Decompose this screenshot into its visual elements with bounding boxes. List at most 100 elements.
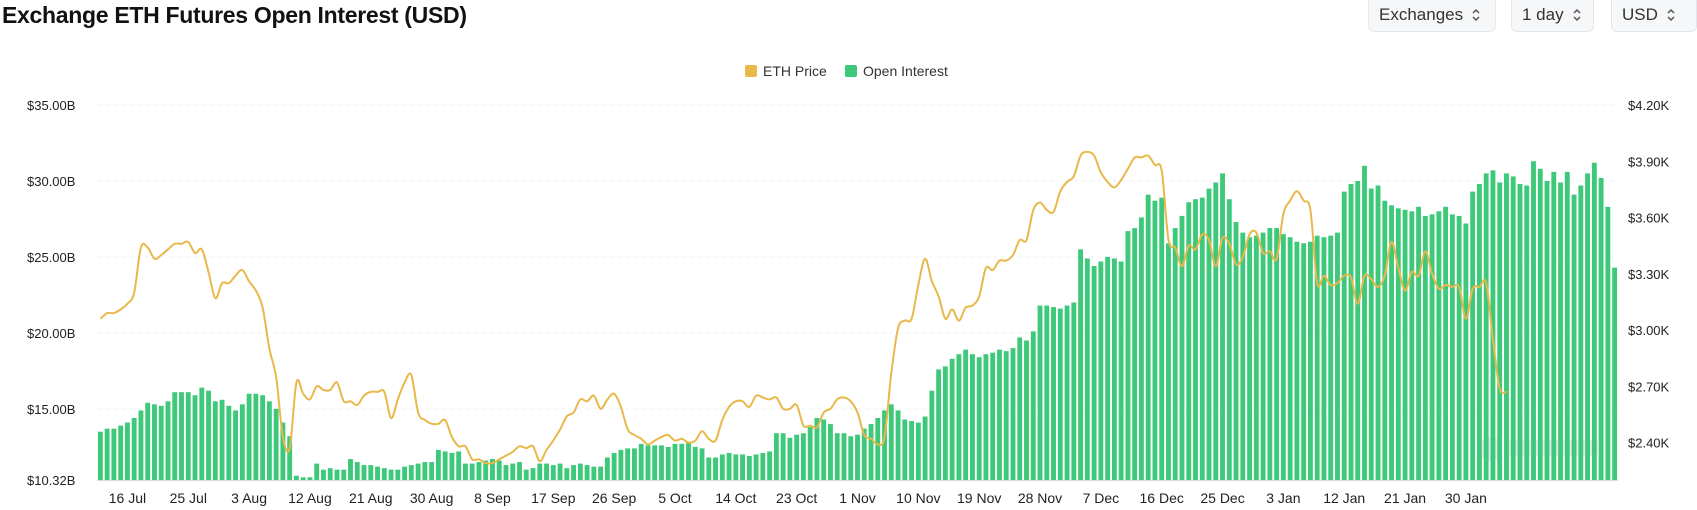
open-interest-bar xyxy=(104,428,110,480)
open-interest-bar xyxy=(760,452,766,480)
open-interest-bar xyxy=(963,349,969,480)
open-interest-bar xyxy=(787,437,793,480)
open-interest-bar xyxy=(388,469,394,480)
open-interest-bar xyxy=(537,463,543,480)
open-interest-bar xyxy=(1166,243,1171,480)
open-interest-bar xyxy=(1240,232,1246,480)
open-interest-bar xyxy=(848,436,854,480)
open-interest-bar xyxy=(625,448,631,480)
x-tick-label: 1 Nov xyxy=(839,490,876,506)
open-interest-bar xyxy=(1071,302,1077,480)
open-interest-bar xyxy=(1132,228,1138,480)
x-tick-label: 30 Aug xyxy=(410,490,454,506)
open-interest-bar xyxy=(875,418,881,480)
x-tick-label: 19 Nov xyxy=(957,490,1001,506)
open-interest-bar xyxy=(395,469,401,480)
open-interest-bar xyxy=(1125,231,1131,480)
open-interest-bar xyxy=(1355,180,1361,480)
open-interest-bar xyxy=(307,477,313,480)
open-interest-bar xyxy=(1010,348,1016,480)
open-interest-bar xyxy=(618,449,624,480)
open-interest-bar xyxy=(834,433,840,480)
open-interest-bar xyxy=(1362,165,1367,480)
open-interest-bar xyxy=(1497,182,1503,481)
open-interest-bar xyxy=(212,401,218,480)
y-right-tick-label: $3.00K xyxy=(1628,323,1670,338)
y-right-tick-label: $4.20K xyxy=(1628,98,1670,113)
open-interest-bar xyxy=(1044,305,1050,480)
chart-legend[interactable]: ETH Price Open Interest xyxy=(745,63,948,79)
open-interest-bar xyxy=(1612,267,1618,480)
open-interest-bar xyxy=(496,460,502,480)
open-interest-bar xyxy=(1551,171,1557,480)
open-interest-bar xyxy=(158,405,164,480)
y-right-tick-label: $3.30K xyxy=(1628,267,1670,282)
open-interest-bar xyxy=(1152,200,1158,480)
open-interest-bar xyxy=(807,427,813,480)
open-interest-bar xyxy=(341,469,347,480)
open-interest-bar xyxy=(929,390,935,480)
open-interest-bar xyxy=(266,401,272,480)
open-interest-bar xyxy=(1605,206,1611,480)
open-interest-bar xyxy=(530,468,536,480)
open-interest-bar xyxy=(1280,234,1286,480)
open-interest-bar xyxy=(1504,173,1509,481)
open-interest-bar xyxy=(909,421,915,480)
open-interest-bar xyxy=(1172,228,1178,480)
open-interest-bar xyxy=(145,402,151,480)
open-interest-bar xyxy=(300,477,306,480)
open-interest-bar xyxy=(1558,182,1563,481)
open-interest-bar xyxy=(726,452,732,480)
open-interest-bar xyxy=(1463,223,1469,480)
open-interest-bar xyxy=(1267,228,1273,480)
open-interest-bar xyxy=(1118,261,1124,480)
open-interest-bar xyxy=(949,358,955,480)
open-interest-bar xyxy=(895,410,901,480)
open-interest-bar xyxy=(408,465,414,480)
x-tick-label: 25 Jul xyxy=(170,490,207,506)
open-interest-bar xyxy=(740,454,746,480)
x-tick-label: 30 Jan xyxy=(1445,490,1487,506)
legend-label-open-interest[interactable]: Open Interest xyxy=(863,63,948,79)
open-interest-bar xyxy=(503,465,509,480)
open-interest-bar xyxy=(800,433,806,480)
open-interest-bar xyxy=(1287,237,1293,480)
x-tick-label: 8 Sep xyxy=(474,490,511,506)
y-axis-left: $35.00B $30.00B $25.00B $20.00B $15.00B $10.3… xyxy=(27,98,75,488)
x-tick-label: 26 Sep xyxy=(592,490,637,506)
y-right-tick-label: $2.70K xyxy=(1628,379,1670,394)
open-interest-bar xyxy=(1524,185,1530,480)
open-interest-bar xyxy=(260,395,266,480)
open-interest-bar xyxy=(199,387,205,480)
open-interest-bar xyxy=(564,468,570,480)
open-interest-bar xyxy=(321,469,326,480)
open-interest-bar xyxy=(706,457,712,480)
open-interest-bar xyxy=(219,399,225,480)
x-tick-label: 16 Jul xyxy=(109,490,146,506)
open-interest-bar xyxy=(1213,182,1219,481)
open-interest-bar xyxy=(780,433,786,480)
open-interest-bar xyxy=(192,395,198,480)
open-interest-bar xyxy=(855,434,860,480)
legend-swatch-eth-price xyxy=(745,65,757,77)
open-interest-bar xyxy=(442,451,448,480)
open-interest-bar xyxy=(1247,237,1253,480)
open-interest-bar xyxy=(1483,173,1489,481)
open-interest-bar xyxy=(226,405,232,480)
open-interest-bar xyxy=(1368,188,1374,480)
open-interest-bar xyxy=(1476,184,1482,480)
legend-label-eth-price[interactable]: ETH Price xyxy=(763,63,827,79)
y-axis-right: $4.20K $3.90K $3.60K $3.30K $3.00K $2.70K $2.4… xyxy=(1628,98,1670,451)
open-interest-bar xyxy=(1179,215,1185,480)
open-interest-bar xyxy=(990,352,996,480)
x-tick-label: 16 Dec xyxy=(1140,490,1184,506)
open-interest-bar xyxy=(131,418,137,480)
open-interest-bar xyxy=(206,390,211,480)
x-tick-label: 3 Aug xyxy=(231,490,267,506)
open-interest-bar xyxy=(253,393,259,480)
open-interest-bar xyxy=(659,445,664,480)
y-left-tick-label: $15.00B xyxy=(27,402,75,417)
open-interest-bar xyxy=(233,410,239,480)
open-interest-bar xyxy=(1193,199,1198,480)
open-interest-bar xyxy=(828,424,833,480)
